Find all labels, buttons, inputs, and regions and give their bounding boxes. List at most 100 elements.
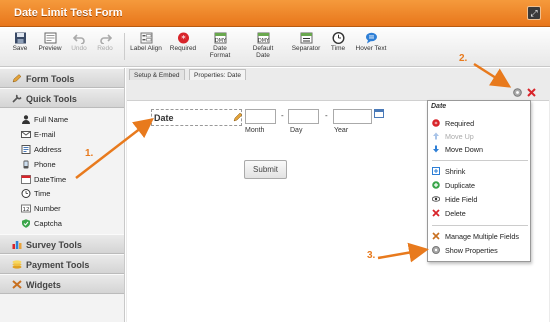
sidebar-section-widgets[interactable]: Widgets [0,274,124,295]
svg-text:*: * [181,35,186,45]
manage-fields-icon [432,232,440,240]
sidebar-item-phone[interactable]: Phone [0,157,124,172]
day-input[interactable] [288,109,319,124]
sidebar-item-label: Full Name [34,115,69,124]
tab-setup-embed[interactable]: Setup & Embed [129,69,185,80]
menu-item-hide-field[interactable]: Hide Field [428,193,530,205]
svg-text:DMY: DMY [257,38,269,44]
sidebar-section-quick-tools[interactable]: Quick Tools [0,88,124,108]
time-button[interactable]: Time [328,32,348,52]
gear-icon[interactable] [513,88,522,97]
sidebar-item-label: Phone [34,159,56,169]
hover-text-label: Hover Text [355,45,387,52]
svg-text:DMY: DMY [214,38,226,44]
submit-button[interactable]: Submit [244,160,287,179]
sidebar-item-label: Captcha [34,219,62,229]
sidebar-item-captcha[interactable]: Captcha [0,216,124,231]
person-icon [21,115,31,124]
toolbar-divider [124,33,125,60]
pencil-icon[interactable] [233,112,243,122]
undo-icon [72,32,86,44]
sidebar-item-address[interactable]: Address [0,142,124,157]
menu-item-label: Move Up [445,132,474,141]
number-icon: 12 [21,204,31,213]
title-bar: Date Limit Test Form ⤢ [0,0,550,27]
menu-item-delete[interactable]: Delete [428,207,530,219]
required-label: Required [169,45,197,52]
preview-label: Preview [38,45,62,52]
svg-text:*: * [435,121,438,127]
payment-tools-label: Payment Tools [26,260,90,271]
sidebar-item-email[interactable]: E-mail [0,127,124,142]
coins-icon [12,260,22,269]
date-format-icon: DMY [214,32,227,44]
calendar-icon [21,174,31,184]
menu-item-move-up[interactable]: Move Up [428,130,530,142]
undo-label: Undo [71,45,87,52]
redo-button[interactable]: Redo [95,32,115,52]
menu-item-manage-multiple-fields[interactable]: Manage Multiple Fields [428,230,530,242]
year-input[interactable] [333,109,372,124]
annotation-2: 2. [459,53,468,64]
delete-icon [432,209,440,217]
menu-divider [432,160,528,161]
svg-text:12: 12 [23,207,30,213]
default-date-button[interactable]: DMY Default Date [246,32,280,59]
hover-text-button[interactable]: Hover Text [352,32,390,52]
quick-tools-label: Quick Tools [26,94,77,104]
shrink-icon [432,167,440,175]
menu-item-shrink[interactable]: Shrink [428,165,530,177]
menu-item-label: Hide Field [445,195,478,204]
menu-item-show-properties[interactable]: Show Properties [428,244,530,256]
default-date-label: Default Date [252,45,274,59]
sidebar-section-form-tools[interactable]: Form Tools [0,68,124,88]
sidebar-item-number[interactable]: 12 Number [0,201,124,216]
window-title: Date Limit Test Form [14,7,123,19]
separator-icon [300,32,313,44]
clock-icon [332,32,345,44]
wrench-icon [12,94,22,103]
month-sublabel: Month [245,127,265,134]
sidebar-section-survey-tools[interactable]: Survey Tools [0,234,124,255]
close-icon[interactable] [527,88,536,97]
required-icon: * [432,119,440,128]
calendar-icon[interactable] [374,109,384,118]
undo-button[interactable]: Undo [69,32,89,52]
sidebar-item-time[interactable]: Time [0,186,124,201]
tab-properties[interactable]: Properties: Date [189,69,246,80]
save-icon [14,32,27,44]
widgets-icon [12,280,22,289]
date-format-label: Date Format [209,45,231,59]
phone-icon [21,160,31,169]
redo-icon [99,32,112,44]
menu-item-move-down[interactable]: Move Down [428,143,530,155]
sidebar-section-payment-tools[interactable]: Payment Tools [0,254,124,275]
label-align-label: Label Align [130,45,162,52]
sidebar-item-full-name[interactable]: Full Name [0,112,124,127]
separator-button[interactable]: Separator [288,32,324,52]
label-align-button[interactable]: Label Align [129,32,163,52]
date-field-label[interactable]: Date [151,109,242,126]
date-format-button[interactable]: DMY Date Format [204,32,236,59]
save-button[interactable]: Save [9,32,31,52]
form-tools-label: Form Tools [26,74,75,84]
preview-icon [44,32,57,44]
preview-button[interactable]: Preview [36,32,64,52]
menu-divider [432,225,528,226]
field-context-menu: Date * Required Move Up Move Down Shrink… [427,100,531,262]
arrow-down-icon [432,145,440,153]
required-button[interactable]: * Required [168,32,198,52]
menu-item-required[interactable]: * Required [428,117,530,129]
bar-chart-icon [12,240,22,250]
shield-icon [21,219,31,229]
day-sublabel: Day [290,127,303,134]
annotation-3: 3. [367,250,376,261]
sidebar-item-datetime[interactable]: DateTime [0,172,124,187]
separator-label: Separator [291,45,321,52]
maximize-icon[interactable]: ⤢ [527,6,541,20]
pencil-icon [12,74,22,83]
menu-item-label: Shrink [445,167,466,176]
menu-item-duplicate[interactable]: Duplicate [428,179,530,191]
address-icon [21,144,31,154]
month-input[interactable] [245,109,276,124]
